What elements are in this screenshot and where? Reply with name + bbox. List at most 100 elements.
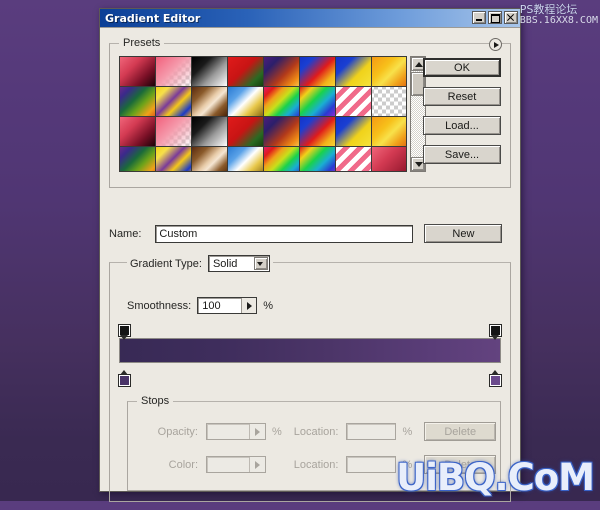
gradient-preview-area (118, 324, 502, 387)
opacity-percent: % (272, 425, 282, 438)
window-controls (472, 11, 518, 24)
preset-swatch[interactable] (120, 57, 156, 87)
gradient-type-row: Gradient Type: Solid (127, 255, 273, 272)
gradient-type-value: Solid (212, 257, 238, 270)
opacity-location-label: Location: (293, 425, 339, 438)
ok-button[interactable]: OK (423, 58, 501, 77)
dialog-body: Presets OK Reset Load... Save... Name: C… (100, 28, 520, 510)
stops-legend: Stops (137, 395, 174, 407)
preset-swatch[interactable] (336, 57, 372, 87)
maximize-icon[interactable] (488, 11, 502, 24)
opacity-stop-row: Opacity: % Location: % Delete (142, 422, 497, 441)
preset-swatch[interactable] (228, 57, 264, 87)
color-stop-marker[interactable] (489, 370, 502, 387)
minimize-icon[interactable] (472, 11, 486, 24)
load-button[interactable]: Load... (423, 116, 501, 135)
preset-swatch[interactable] (192, 117, 228, 147)
chevron-down-icon[interactable] (253, 257, 268, 270)
dialog-title: Gradient Editor (105, 11, 201, 25)
presets-legend: Presets (119, 37, 165, 49)
stop-pointer-icon (491, 370, 499, 375)
gradient-type-label: Gradient Type: (130, 257, 202, 270)
gradient-type-select[interactable]: Solid (207, 255, 270, 272)
preset-swatch[interactable] (264, 117, 300, 147)
preset-swatch[interactable] (264, 87, 300, 117)
presets-menu-icon[interactable] (489, 38, 502, 51)
preset-swatch[interactable] (336, 147, 372, 171)
preset-swatch[interactable] (228, 87, 264, 117)
preset-swatch[interactable] (336, 117, 372, 147)
color-swatch-input[interactable] (206, 456, 266, 473)
smoothness-value: 100 (202, 299, 221, 312)
gradient-bar[interactable] (119, 338, 501, 363)
color-label: Color: (168, 458, 198, 471)
presets-group: Presets OK Reset Load... Save... (109, 37, 511, 188)
smoothness-row: Smoothness: 100 % (127, 297, 273, 314)
color-location-percent: % (402, 458, 413, 471)
stop-pointer-icon (491, 335, 499, 340)
preset-swatch[interactable] (300, 147, 336, 171)
preset-swatch[interactable] (192, 147, 228, 171)
preset-swatch[interactable] (372, 57, 406, 87)
watermark-top-line2: BBS.16XX8.COM (519, 14, 598, 26)
presets-list[interactable] (119, 56, 407, 172)
preset-swatch[interactable] (228, 117, 264, 147)
color-stop-swatch (118, 374, 131, 387)
save-button[interactable]: Save... (423, 145, 501, 164)
preset-swatch[interactable] (264, 57, 300, 87)
watermark-top-line1: PS教程论坛 (519, 3, 578, 16)
name-label: Name: (109, 227, 142, 240)
watermark-top: PS教程论坛 BBS.16XX8.COM (520, 4, 598, 26)
reset-button[interactable]: Reset (423, 87, 501, 106)
color-location-input[interactable] (346, 456, 397, 473)
play-triangle-icon[interactable] (249, 424, 265, 439)
stop-pointer-icon (120, 370, 128, 375)
opacity-stop-marker[interactable] (489, 324, 502, 340)
stop-pointer-icon (120, 335, 128, 340)
play-triangle-icon[interactable] (241, 298, 257, 313)
preset-swatch[interactable] (228, 147, 264, 171)
dialog-titlebar[interactable]: Gradient Editor (100, 9, 520, 28)
play-triangle-icon[interactable] (249, 457, 265, 472)
color-stop-marker[interactable] (118, 370, 131, 387)
preset-swatch[interactable] (120, 147, 156, 171)
preset-swatch[interactable] (372, 87, 406, 117)
preset-swatch[interactable] (192, 87, 228, 117)
preset-swatch[interactable] (372, 117, 406, 147)
preset-swatch[interactable] (372, 147, 406, 171)
preset-swatch[interactable] (300, 57, 336, 87)
gradient-settings-group: Gradient Type: Solid Smoothness: 100 % S… (109, 255, 511, 502)
smoothness-label: Smoothness: (127, 299, 192, 312)
preset-swatch[interactable] (192, 57, 228, 87)
presets-grid[interactable] (120, 57, 406, 171)
new-button[interactable]: New (424, 224, 503, 243)
color-location-label: Location: (293, 458, 339, 471)
close-icon[interactable] (504, 11, 518, 24)
name-input[interactable]: Custom (155, 224, 414, 243)
gradient-editor-dialog: Gradient Editor Presets OK Reset Load... (99, 8, 521, 502)
opacity-delete-button[interactable]: Delete (424, 422, 497, 441)
opacity-label: Opacity: (157, 425, 198, 438)
color-stop-row: Color: % Location: % Delete (142, 455, 497, 474)
preset-swatch[interactable] (120, 87, 156, 117)
opacity-stop-marker[interactable] (118, 324, 131, 340)
preset-swatch[interactable] (156, 147, 192, 171)
smoothness-percent: % (263, 299, 273, 312)
stops-group: Stops Opacity: % Location: % Delete Colo… (127, 395, 501, 491)
opacity-input[interactable] (206, 423, 266, 440)
preset-swatch[interactable] (300, 117, 336, 147)
preset-swatch[interactable] (156, 87, 192, 117)
preset-swatch[interactable] (336, 87, 372, 117)
smoothness-input[interactable]: 100 (197, 297, 258, 314)
opacity-location-percent: % (402, 425, 413, 438)
preset-swatch[interactable] (120, 117, 156, 147)
color-delete-button[interactable]: Delete (424, 455, 497, 474)
dialog-action-buttons: OK Reset Load... Save... (423, 58, 501, 174)
preset-swatch[interactable] (264, 147, 300, 171)
color-stop-swatch (489, 374, 502, 387)
preset-swatch[interactable] (156, 57, 192, 87)
opacity-location-input[interactable] (346, 423, 397, 440)
preset-swatch[interactable] (156, 117, 192, 147)
name-row: Name: Custom New (109, 224, 511, 243)
preset-swatch[interactable] (300, 87, 336, 117)
